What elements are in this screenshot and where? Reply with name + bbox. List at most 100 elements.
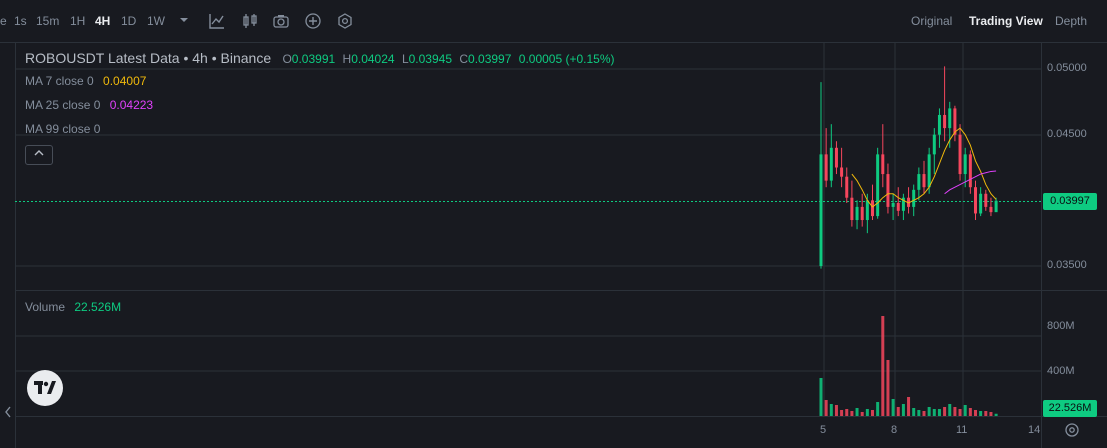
volume-bar (865, 409, 869, 416)
volume-bar (860, 412, 864, 416)
scroll-left-icon[interactable] (3, 403, 13, 421)
volume-bar (979, 411, 983, 416)
candle-body (948, 108, 952, 129)
candle-body (968, 154, 972, 188)
volume-bar (876, 402, 880, 416)
candle-body (886, 174, 890, 207)
legend-ma99: MA 99 close 0 (25, 122, 100, 136)
candles-layer (819, 66, 998, 269)
ma7-label: MA 7 close 0 (25, 74, 94, 88)
ohlc-low-key: L (401, 52, 409, 66)
candle-body (927, 154, 931, 188)
tradingview-logo (27, 370, 63, 406)
volume-bar (943, 407, 947, 416)
candle-body (943, 114, 947, 129)
candle-body (984, 193, 988, 207)
volume-bar (958, 409, 962, 416)
volume-layer (819, 316, 998, 416)
volume-value: 22.526M (74, 300, 122, 314)
candle-body (850, 197, 854, 221)
volume-bar (917, 410, 921, 416)
volume-label: Volume (25, 300, 66, 314)
volume-bar (953, 407, 957, 416)
volume-bar (948, 404, 952, 416)
candle-body (829, 147, 833, 181)
volume-bar (891, 399, 895, 416)
legend-header: ROBOUSDT Latest Data • 4h • Binance O0.0… (25, 50, 615, 66)
volume-bar (881, 316, 885, 416)
candle-body (855, 206, 859, 221)
candle-body (979, 193, 983, 214)
ma25-value: 0.04223 (109, 98, 154, 112)
candle-body (840, 167, 844, 177)
volume-bar (932, 409, 936, 416)
candle-body (917, 174, 921, 190)
chart-grid (0, 42, 1107, 448)
volume-bar (989, 412, 993, 416)
time-tick-3: 14 (1028, 424, 1041, 436)
candle-body (891, 202, 895, 207)
candle-body (865, 200, 869, 221)
candle-body (974, 187, 977, 214)
time-tick-1: 8 (891, 424, 898, 436)
volume-bar (886, 360, 890, 416)
legend-ma7: MA 7 close 0 0.04007 (25, 74, 146, 88)
volume-bar (922, 411, 926, 416)
ohlc-open-key: O (282, 52, 292, 66)
time-tick-0: 5 (820, 424, 827, 436)
candle-body (845, 176, 849, 198)
candle-body (824, 154, 828, 181)
tv-logo-icon (34, 381, 56, 394)
ohlc-low-value: 0.03945 (408, 52, 453, 66)
ohlc-open-value: 0.03991 (291, 52, 336, 66)
volume-bar (994, 413, 998, 416)
ma99-label: MA 99 close 0 (25, 122, 101, 136)
current-price-tag: 0.03997 (1043, 193, 1097, 210)
candle-body (871, 200, 874, 217)
volume-bar (829, 404, 833, 416)
volume-bar (974, 410, 977, 416)
ohlc-high-value: 0.04024 (351, 52, 395, 66)
volume-bar (845, 409, 849, 416)
legend-volume: Volume 22.526M (25, 300, 121, 314)
candle-body (989, 206, 993, 213)
volume-bar (840, 410, 844, 416)
candle-body (958, 134, 962, 175)
candle-body (881, 154, 885, 175)
candle-body (860, 206, 864, 221)
collapse-legend-button[interactable] (25, 145, 53, 165)
volume-bar (912, 408, 916, 416)
volume-bar (824, 400, 828, 416)
ma25-label: MA 25 close 0 (25, 98, 101, 112)
volume-bar (855, 408, 859, 416)
candle-body (963, 154, 967, 175)
volume-bar (819, 378, 823, 416)
price-tick-2: 0.03500 (1047, 259, 1087, 271)
volume-bar (901, 404, 905, 416)
time-tick-2: 11 (956, 424, 968, 436)
price-tick-0: 0.05000 (1047, 62, 1087, 74)
change-value: 0.00005 (+0.15%) (518, 52, 615, 66)
candle-body (896, 202, 900, 211)
volume-tick-0: 800M (1047, 320, 1075, 332)
chart-settings-icon[interactable] (1064, 422, 1080, 438)
legend-title: ROBOUSDT Latest Data • 4h • Binance (25, 50, 272, 66)
candle-body (937, 114, 941, 135)
volume-tick-1: 400M (1047, 365, 1075, 377)
candle-body (912, 189, 916, 207)
candle-body (932, 134, 936, 155)
volume-bar (907, 397, 911, 416)
volume-bar (871, 410, 874, 416)
volume-bar (896, 407, 900, 416)
chevron-up-icon (34, 150, 44, 156)
candle-body (819, 154, 823, 266)
price-chart[interactable] (0, 0, 1107, 448)
volume-bar (968, 408, 972, 416)
volume-bar (850, 411, 854, 416)
volume-bar (984, 411, 988, 416)
volume-bar (834, 405, 838, 416)
ohlc-high-key: H (342, 52, 352, 66)
ohlc-close-key: C (459, 52, 469, 66)
legend-ma25: MA 25 close 0 0.04223 (25, 98, 153, 112)
candle-body (994, 200, 998, 213)
